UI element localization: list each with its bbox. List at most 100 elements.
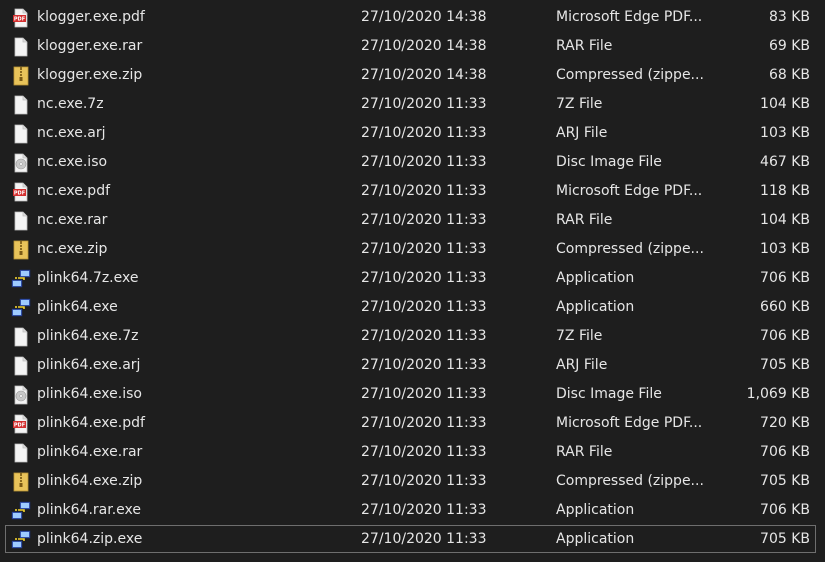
file-size: 83 KB xyxy=(768,9,810,25)
file-date-modified: 27/10/2020 11:33 xyxy=(361,299,487,315)
file-type: ARJ File xyxy=(556,357,608,373)
file-name: klogger.exe.rar xyxy=(37,38,143,54)
file-size: 706 KB xyxy=(760,328,810,344)
file-row[interactable]: PDF nc.exe.pdf 27/10/2020 11:33 Microsoft … xyxy=(0,177,825,206)
generic-file-icon xyxy=(11,124,31,144)
file-size: 720 KB xyxy=(760,415,810,431)
file-type: Application xyxy=(556,502,635,518)
file-size: 705 KB xyxy=(760,531,810,547)
file-size: 69 KB xyxy=(768,38,810,54)
file-name: nc.exe.pdf xyxy=(37,183,111,199)
file-name: nc.exe.7z xyxy=(37,96,104,112)
file-date-modified: 27/10/2020 11:33 xyxy=(361,212,487,228)
file-name: plink64.exe.pdf xyxy=(37,415,145,431)
file-row[interactable]: klogger.exe.rar 27/10/2020 14:38 RAR File 6… xyxy=(0,32,825,61)
file-type: ARJ File xyxy=(556,125,608,141)
file-date-modified: 27/10/2020 11:33 xyxy=(361,531,487,547)
file-size: 706 KB xyxy=(760,270,810,286)
generic-file-icon xyxy=(11,327,31,347)
file-date-modified: 27/10/2020 11:33 xyxy=(361,386,487,402)
file-date-modified: 27/10/2020 11:33 xyxy=(361,183,487,199)
file-row[interactable]: plink64.exe.rar 27/10/2020 11:33 RAR File 7… xyxy=(0,438,825,467)
file-date-modified: 27/10/2020 11:33 xyxy=(361,357,487,373)
pdf-icon: PDF xyxy=(11,8,31,28)
file-size: 705 KB xyxy=(760,473,810,489)
file-name: plink64.7z.exe xyxy=(37,270,139,286)
svg-text:PDF: PDF xyxy=(14,17,25,23)
generic-file-icon xyxy=(11,37,31,57)
generic-file-icon xyxy=(11,356,31,376)
file-date-modified: 27/10/2020 11:33 xyxy=(361,125,487,141)
file-row[interactable]: nc.exe.7z 27/10/2020 11:33 7Z File 104 KB xyxy=(0,90,825,119)
file-date-modified: 27/10/2020 11:33 xyxy=(361,444,487,460)
file-type: Compressed (zippe... xyxy=(556,241,704,257)
file-size: 118 KB xyxy=(760,183,810,199)
file-size: 706 KB xyxy=(760,502,810,518)
file-date-modified: 27/10/2020 14:38 xyxy=(361,67,487,83)
file-type: Application xyxy=(556,531,635,547)
file-size: 467 KB xyxy=(760,154,810,170)
pdf-icon: PDF xyxy=(11,414,31,434)
file-name: plink64.exe.arj xyxy=(37,357,141,373)
disc-image-icon xyxy=(11,153,31,173)
file-name: nc.exe.rar xyxy=(37,212,108,228)
file-row[interactable]: plink64.exe.zip 27/10/2020 11:33 Compresse… xyxy=(0,467,825,496)
file-name: plink64.rar.exe xyxy=(37,502,142,518)
plink-app-icon xyxy=(11,530,31,550)
file-size: 660 KB xyxy=(760,299,810,315)
file-row[interactable]: plink64.rar.exe 27/10/2020 11:33 Applicati… xyxy=(0,496,825,525)
file-date-modified: 27/10/2020 14:38 xyxy=(361,38,487,54)
file-name: klogger.exe.pdf xyxy=(37,9,145,25)
file-type: RAR File xyxy=(556,444,613,460)
file-name: plink64.exe.iso xyxy=(37,386,142,402)
file-size: 705 KB xyxy=(760,357,810,373)
file-name: plink64.zip.exe xyxy=(37,531,143,547)
generic-file-icon xyxy=(11,443,31,463)
pdf-icon: PDF xyxy=(11,182,31,202)
file-name: plink64.exe xyxy=(37,299,118,315)
file-date-modified: 27/10/2020 11:33 xyxy=(361,415,487,431)
file-type: Microsoft Edge PDF... xyxy=(556,9,703,25)
file-size: 103 KB xyxy=(760,125,810,141)
file-name: plink64.exe.7z xyxy=(37,328,139,344)
plink-app-icon xyxy=(11,501,31,521)
file-row[interactable]: PDF plink64.exe.pdf 27/10/2020 11:33 Micro… xyxy=(0,409,825,438)
file-name: nc.exe.arj xyxy=(37,125,106,141)
file-row[interactable]: nc.exe.arj 27/10/2020 11:33 ARJ File 103 KB xyxy=(0,119,825,148)
file-type: Compressed (zippe... xyxy=(556,473,704,489)
file-type: Microsoft Edge PDF... xyxy=(556,415,703,431)
file-size: 706 KB xyxy=(760,444,810,460)
file-date-modified: 27/10/2020 11:33 xyxy=(361,473,487,489)
file-name: klogger.exe.zip xyxy=(37,67,143,83)
file-name: nc.exe.iso xyxy=(37,154,108,170)
file-date-modified: 27/10/2020 11:33 xyxy=(361,502,487,518)
file-type: 7Z File xyxy=(556,328,603,344)
file-type: RAR File xyxy=(556,38,613,54)
file-row[interactable]: plink64.exe.arj 27/10/2020 11:33 ARJ File 7… xyxy=(0,351,825,380)
file-size: 104 KB xyxy=(760,212,810,228)
zip-folder-icon xyxy=(11,472,31,492)
file-date-modified: 27/10/2020 11:33 xyxy=(361,328,487,344)
zip-folder-icon xyxy=(11,66,31,86)
file-row[interactable]: plink64.exe.7z 27/10/2020 11:33 7Z File 706… xyxy=(0,322,825,351)
file-name: plink64.exe.zip xyxy=(37,473,143,489)
file-name: plink64.exe.rar xyxy=(37,444,143,460)
file-row[interactable]: plink64.7z.exe 27/10/2020 11:33 Applicatio… xyxy=(0,264,825,293)
file-size: 68 KB xyxy=(768,67,810,83)
file-type: Microsoft Edge PDF... xyxy=(556,183,703,199)
file-row[interactable]: PDF klogger.exe.pdf 27/10/2020 14:38 Micro… xyxy=(0,3,825,32)
plink-app-icon xyxy=(11,269,31,289)
file-type: Compressed (zippe... xyxy=(556,67,704,83)
file-row[interactable]: plink64.exe 27/10/2020 11:33 Application 66… xyxy=(0,293,825,322)
file-row[interactable]: plink64.zip.exe 27/10/2020 11:33 Applicati… xyxy=(0,525,825,554)
file-type: Application xyxy=(556,270,635,286)
file-row[interactable]: nc.exe.rar 27/10/2020 11:33 RAR File 104 KB xyxy=(0,206,825,235)
file-row[interactable]: nc.exe.iso 27/10/2020 11:33 Disc Image Fil… xyxy=(0,148,825,177)
file-type: Disc Image File xyxy=(556,154,662,170)
file-row[interactable]: klogger.exe.zip 27/10/2020 14:38 Compresse… xyxy=(0,61,825,90)
file-row[interactable]: nc.exe.zip 27/10/2020 11:33 Compressed (zi… xyxy=(0,235,825,264)
generic-file-icon xyxy=(11,211,31,231)
file-row[interactable]: plink64.exe.iso 27/10/2020 11:33 Disc Imag… xyxy=(0,380,825,409)
file-type: Application xyxy=(556,299,635,315)
disc-image-icon xyxy=(11,385,31,405)
